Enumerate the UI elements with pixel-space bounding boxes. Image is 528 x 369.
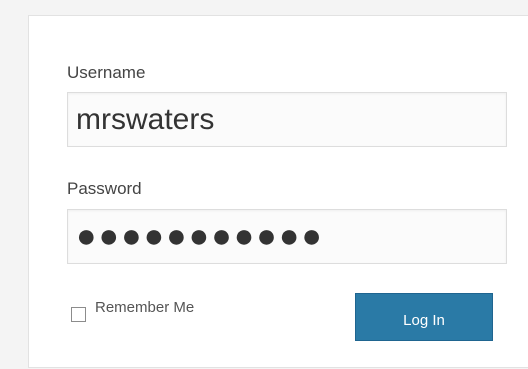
remember-me-checkbox[interactable] bbox=[71, 307, 86, 322]
remember-me[interactable]: Remember Me bbox=[71, 298, 194, 322]
password-field[interactable] bbox=[67, 209, 507, 264]
login-form: Username Password Remember Me Log In bbox=[28, 15, 528, 368]
username-field[interactable] bbox=[67, 92, 507, 147]
remember-me-label[interactable]: Remember Me bbox=[95, 298, 194, 318]
username-label: Username bbox=[67, 63, 146, 82]
login-button[interactable]: Log In bbox=[355, 293, 493, 341]
login-page: Username Password Remember Me Log In bbox=[0, 0, 528, 369]
password-label: Password bbox=[67, 179, 142, 198]
